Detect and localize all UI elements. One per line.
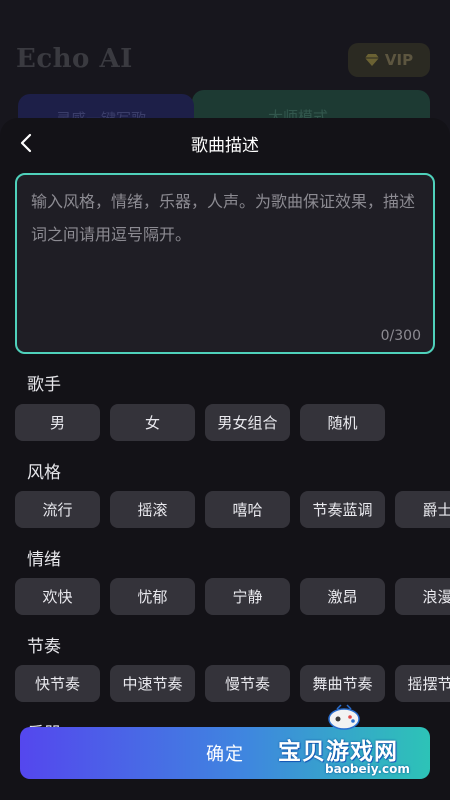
chip-row-rhythm: 快节奏 中速节奏 慢节奏 舞曲节奏 摇摆节奏 — [15, 665, 450, 702]
chip-style-jazz[interactable]: 爵士 — [395, 491, 450, 528]
section-label-style: 风格 — [27, 463, 61, 483]
app-title: Echo AI — [16, 44, 133, 74]
sheet-title: 歌曲描述 — [191, 136, 259, 156]
chip-singer-male[interactable]: 男 — [15, 404, 100, 441]
chip-singer-duet[interactable]: 男女组合 — [205, 404, 290, 441]
section-label-singer: 歌手 — [27, 375, 61, 395]
chip-mood-melancholy[interactable]: 忧郁 — [110, 578, 195, 615]
chip-row-style: 流行 摇滚 嘻哈 节奏蓝调 爵士 — [15, 491, 450, 528]
chip-rhythm-fast[interactable]: 快节奏 — [15, 665, 100, 702]
song-description-sheet: 歌曲描述 0/300 歌手 男 女 男女组合 随机 风格 流行 摇滚 嘻哈 节奏… — [0, 118, 450, 800]
sheet-header: 歌曲描述 — [0, 118, 450, 168]
section-label-rhythm: 节奏 — [27, 637, 61, 657]
chip-style-pop[interactable]: 流行 — [15, 491, 100, 528]
chip-mood-happy[interactable]: 欢快 — [15, 578, 100, 615]
chip-style-rnb[interactable]: 节奏蓝调 — [300, 491, 385, 528]
watermark-url: baobeiy.com — [325, 762, 410, 776]
vip-badge: VIP — [348, 43, 430, 77]
watermark-title: 宝贝游戏网 — [278, 739, 398, 765]
chip-mood-calm[interactable]: 宁静 — [205, 578, 290, 615]
chip-mood-romantic[interactable]: 浪漫 — [395, 578, 450, 615]
chip-rhythm-dance[interactable]: 舞曲节奏 — [300, 665, 385, 702]
vip-label: VIP — [384, 51, 414, 69]
char-counter: 0/300 — [380, 328, 421, 344]
diamond-icon — [364, 54, 379, 66]
description-input[interactable] — [31, 185, 419, 325]
chip-singer-random[interactable]: 随机 — [300, 404, 385, 441]
gamepad-mascot-icon — [328, 704, 360, 730]
chip-style-rock[interactable]: 摇滚 — [110, 491, 195, 528]
chip-singer-female[interactable]: 女 — [110, 404, 195, 441]
chip-row-singer: 男 女 男女组合 随机 — [15, 404, 385, 441]
chip-style-hiphop[interactable]: 嘻哈 — [205, 491, 290, 528]
chip-mood-passionate[interactable]: 激昂 — [300, 578, 385, 615]
chip-row-mood: 欢快 忧郁 宁静 激昂 浪漫 — [15, 578, 450, 615]
chip-rhythm-swing[interactable]: 摇摆节奏 — [395, 665, 450, 702]
chip-rhythm-slow[interactable]: 慢节奏 — [205, 665, 290, 702]
section-label-mood: 情绪 — [27, 550, 61, 570]
chip-rhythm-medium[interactable]: 中速节奏 — [110, 665, 195, 702]
description-input-box: 0/300 — [15, 173, 435, 354]
